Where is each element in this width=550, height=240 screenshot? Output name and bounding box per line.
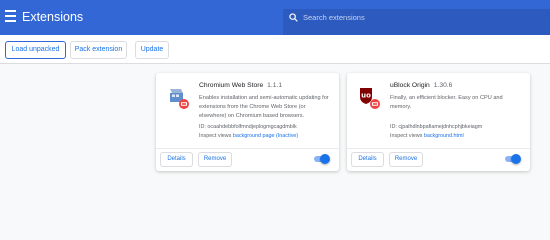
extension-description: Enables installation and semi-automatic …: [199, 95, 329, 119]
toggle-knob: [320, 154, 330, 164]
extension-id: ID: cjpalhdlnbpafiamejdnhcphjbkeiagm: [390, 124, 483, 130]
search-input[interactable]: Search extensions: [283, 9, 550, 35]
svg-text:uo: uo: [361, 92, 371, 100]
remove-button[interactable]: Remove: [389, 152, 423, 167]
search-placeholder: Search extensions: [303, 13, 365, 22]
enable-toggle[interactable]: [505, 154, 521, 164]
extension-version: 1.1.1: [267, 82, 283, 89]
extension-id: ID: ocaahdebbfolfmndjeplogmgcagdmblk: [199, 124, 297, 130]
page-title: Extensions: [22, 10, 84, 24]
extension-name: uBlock Origin 1.30.6: [390, 82, 453, 89]
inspect-views: Inspect views background page (Inactive): [199, 133, 299, 139]
extension-name: Chromium Web Store 1.1.1: [199, 82, 283, 89]
inspect-views: Inspect views background.html: [390, 133, 464, 139]
top-bar: Extensions Search extensions: [0, 0, 550, 35]
pack-extension-button[interactable]: Pack extension: [70, 41, 127, 59]
remove-button[interactable]: Remove: [198, 152, 232, 167]
search-icon: [289, 13, 298, 22]
details-button[interactable]: Details: [160, 152, 193, 167]
load-unpacked-button[interactable]: Load unpacked: [5, 41, 66, 59]
card-divider: [347, 148, 530, 149]
update-button[interactable]: Update: [135, 41, 169, 59]
extension-card-chromium-web-store: Chromium Web Store 1.1.1 Enables installa…: [156, 73, 339, 171]
ublock-origin-icon: uo: [360, 88, 380, 109]
extension-card-ublock-origin: uo uBlock Origin 1.30.6 Finally, an effic…: [347, 73, 530, 171]
extension-description: Finally, an efficient blocker. Easy on C…: [390, 95, 503, 110]
developer-toolbar: Load unpacked Pack extension Update: [0, 35, 550, 64]
inspect-link[interactable]: background.html: [424, 133, 464, 139]
enable-toggle[interactable]: [314, 154, 330, 164]
card-divider: [156, 148, 339, 149]
chromium-web-store-icon: [170, 89, 189, 109]
toggle-knob: [511, 154, 521, 164]
details-button[interactable]: Details: [351, 152, 384, 167]
extension-version: 1.30.6: [433, 82, 453, 89]
inspect-link[interactable]: background page (Inactive): [233, 133, 298, 139]
main-menu-icon[interactable]: [5, 10, 16, 23]
